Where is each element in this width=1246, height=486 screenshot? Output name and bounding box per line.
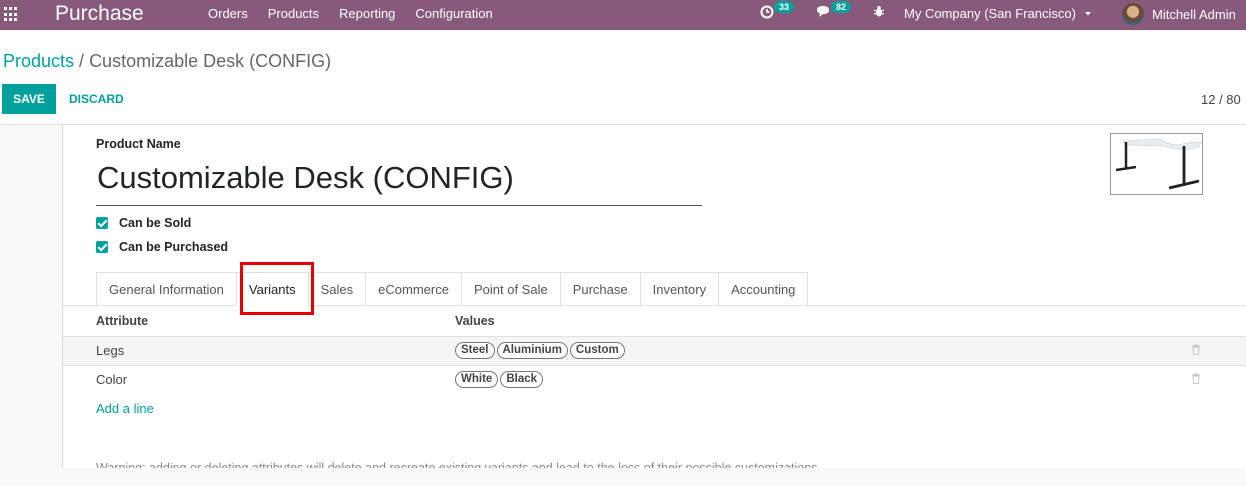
tab-variants[interactable]: Variants <box>236 272 309 306</box>
tab-inventory[interactable]: Inventory <box>640 272 720 306</box>
value-tag: Black <box>500 371 543 388</box>
company-switcher[interactable]: My Company (San Francisco) <box>904 6 1092 21</box>
menu-products[interactable]: Products <box>268 6 319 21</box>
messages-badge: 82 <box>831 1 852 13</box>
add-line-link[interactable]: Add a line <box>96 401 154 416</box>
can-be-sold-checkbox[interactable] <box>96 217 108 229</box>
row-divider <box>63 365 1246 366</box>
table-row[interactable] <box>63 337 1246 366</box>
bug-icon <box>873 6 885 17</box>
trash-icon[interactable] <box>1191 344 1201 355</box>
can-be-purchased-checkbox[interactable] <box>96 241 108 253</box>
company-name: My Company (San Francisco) <box>904 6 1076 21</box>
menu-configuration[interactable]: Configuration <box>415 6 492 21</box>
can-be-sold-label: Can be Sold <box>119 216 192 230</box>
user-name: Mitchell Admin <box>1152 6 1236 22</box>
column-header-values[interactable]: Values <box>455 314 495 328</box>
breadcrumb: Products / Customizable Desk (CONFIG) <box>3 51 331 72</box>
save-button[interactable]: SAVE <box>2 84 56 114</box>
value-tag: White <box>455 371 499 388</box>
tab-general-information[interactable]: General Information <box>96 272 237 306</box>
discard-button[interactable]: DISCARD <box>69 84 124 114</box>
product-image[interactable] <box>1110 133 1203 195</box>
chat-icon <box>817 6 829 17</box>
user-menu[interactable]: Mitchell Admin <box>1122 3 1236 25</box>
notebook-tabs: General Information Variants Sales eComm… <box>96 272 809 306</box>
value-tag: Aluminium <box>496 342 568 359</box>
app-brand[interactable]: Purchase <box>55 2 144 26</box>
can-be-purchased-label: Can be Purchased <box>119 240 229 254</box>
tab-point-of-sale[interactable]: Point of Sale <box>461 272 561 306</box>
product-name-label: Product Name <box>96 137 181 151</box>
row-legs-attribute[interactable]: Legs <box>96 343 124 358</box>
desk-image-icon <box>1115 138 1202 190</box>
main-menu: Orders Products Reporting Configuration <box>208 6 513 21</box>
trash-icon[interactable] <box>1191 373 1201 384</box>
row-legs-values[interactable]: Steel Aluminium Custom <box>455 342 627 359</box>
clock-icon <box>760 5 774 19</box>
breadcrumb-products-link[interactable]: Products <box>3 51 74 71</box>
row-color-attribute[interactable]: Color <box>96 372 127 387</box>
product-name-input[interactable]: Customizable Desk (CONFIG) <box>96 160 702 206</box>
can-be-sold-row: Can be Sold <box>96 216 191 230</box>
row-color-values[interactable]: White Black <box>455 371 545 388</box>
activity-menu[interactable]: 33 <box>760 1 795 19</box>
value-tag: Custom <box>569 342 625 359</box>
tab-sales[interactable]: Sales <box>308 272 367 306</box>
warning-text: Warning: adding or deleting attributes w… <box>96 461 821 468</box>
tab-purchase[interactable]: Purchase <box>560 272 641 306</box>
pager-value[interactable]: 12 / 80 <box>1201 92 1241 107</box>
avatar <box>1122 3 1144 25</box>
breadcrumb-separator: / <box>79 51 85 71</box>
top-navbar: Purchase Orders Products Reporting Confi… <box>0 0 1246 30</box>
tab-accounting[interactable]: Accounting <box>719 272 809 306</box>
menu-reporting[interactable]: Reporting <box>339 6 395 21</box>
activity-badge: 33 <box>774 1 795 13</box>
tab-ecommerce[interactable]: eCommerce <box>366 272 462 306</box>
column-header-attribute[interactable]: Attribute <box>96 314 148 328</box>
value-tag: Steel <box>455 342 495 359</box>
menu-orders[interactable]: Orders <box>208 6 248 21</box>
apps-icon[interactable] <box>4 7 19 22</box>
messages-menu[interactable]: 82 <box>816 1 852 18</box>
debug-menu[interactable] <box>873 5 885 18</box>
breadcrumb-current: Customizable Desk (CONFIG) <box>89 51 332 71</box>
can-be-purchased-row: Can be Purchased <box>96 240 228 254</box>
caret-down-icon <box>1084 11 1091 15</box>
